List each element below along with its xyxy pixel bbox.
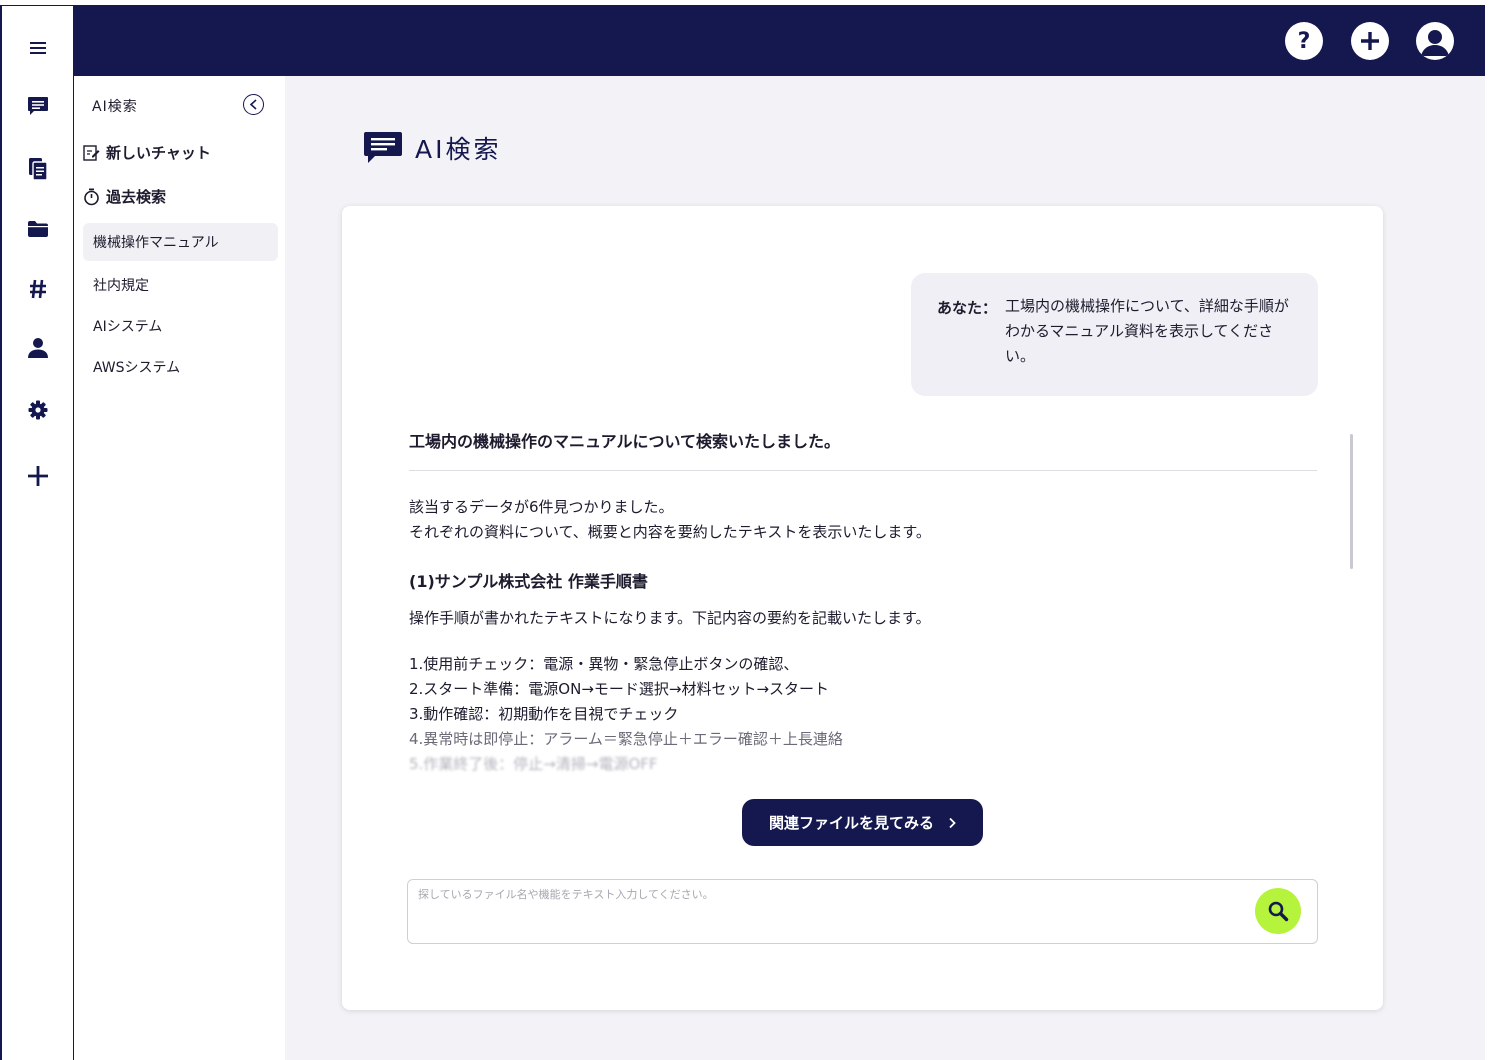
new-chat-label: 新しいチャット — [106, 144, 211, 162]
sidebar: AI検索 新しいチャット 過去検索 機械操作マニュアル 社内規定 AIシステム … — [75, 76, 285, 1060]
past-search-label: 過去検索 — [106, 188, 167, 206]
folder-icon[interactable] — [2, 209, 74, 249]
chat-icon[interactable] — [2, 86, 74, 126]
answer-step: 5.作業終了後：停止→清掃→電源OFF — [409, 755, 658, 773]
timer-icon — [84, 188, 99, 205]
help-icon[interactable]: ? — [1285, 22, 1323, 60]
collapse-sidebar-button[interactable] — [243, 94, 264, 115]
account-icon[interactable] — [1416, 22, 1454, 60]
view-related-files-button[interactable]: 関連ファイルを見てみる — [742, 799, 983, 846]
chat-icon — [364, 132, 402, 163]
page-title: AI検索 — [363, 130, 501, 166]
main-area: AI検索 あなた： 工場内の機械操作について、詳細な手順がわかるマニュアル資料を… — [285, 76, 1485, 1060]
ai-answer: 工場内の機械操作のマニュアルについて検索いたしました。 該当するデータが6件見つ… — [409, 428, 1317, 777]
gear-icon[interactable] — [2, 390, 74, 430]
user-icon[interactable] — [2, 328, 74, 368]
history-item-ai-system[interactable]: AIシステム — [83, 307, 278, 345]
chat-card: あなた： 工場内の機械操作について、詳細な手順がわかるマニュアル資料を表示してく… — [342, 206, 1383, 1010]
menu-icon[interactable] — [2, 28, 74, 68]
edit-note-icon — [83, 145, 100, 161]
answer-step: 4.異常時は即停止：アラーム＝緊急停止＋エラー確認＋上長連絡 — [409, 730, 843, 748]
answer-step: 3.動作確認：初期動作を目視でチェック — [409, 705, 679, 723]
past-search-section[interactable]: 過去検索 — [83, 186, 166, 207]
top-bar: ? — [74, 5, 1485, 76]
page-title-text: AI検索 — [415, 135, 502, 164]
add-circle-icon[interactable] — [1351, 22, 1389, 60]
search-button[interactable] — [1255, 888, 1301, 934]
answer-summary: 操作手順が書かれたテキストになります。下記内容の要約を記載いたします。 — [409, 609, 931, 627]
answer-title: 工場内の機械操作のマニュアルについて検索いたしました。 — [409, 428, 1317, 471]
answer-steps: 1.使用前チェック：電源・異物・緊急停止ボタンの確認、 2.スタート準備：電源O… — [409, 652, 1317, 777]
search-box — [407, 879, 1318, 944]
view-related-files-label: 関連ファイルを見てみる — [768, 814, 934, 832]
user-message-bubble: あなた： 工場内の機械操作について、詳細な手順がわかるマニュアル資料を表示してく… — [911, 273, 1318, 396]
plus-icon[interactable] — [2, 456, 74, 496]
answer-intro-line: それぞれの資料について、概要と内容を要約したテキストを表示いたします。 — [409, 523, 931, 541]
search-input[interactable] — [418, 888, 1238, 901]
hashtag-icon[interactable] — [2, 269, 74, 309]
user-message-label: あなた： — [937, 299, 998, 317]
answer-step: 1.使用前チェック：電源・異物・緊急停止ボタンの確認、 — [409, 655, 799, 673]
answer-step: 2.スタート準備：電源ON→モード選択→材料セット→スタート — [409, 680, 830, 698]
history-item-company-rules[interactable]: 社内規定 — [83, 266, 278, 304]
answer-intro-line: 該当するデータが6件見つかりました。 — [409, 498, 674, 516]
answer-scrollbar[interactable] — [1350, 434, 1353, 569]
chevron-left-icon — [249, 99, 257, 110]
user-message-text: 工場内の機械操作について、詳細な手順がわかるマニュアル資料を表示してください。 — [1005, 297, 1289, 365]
history-item-aws-system[interactable]: AWSシステム — [83, 348, 278, 386]
history-item-machine-manual[interactable]: 機械操作マニュアル — [83, 223, 278, 261]
search-icon — [1268, 901, 1289, 922]
answer-intro: 該当するデータが6件見つかりました。 それぞれの資料について、概要と内容を要約し… — [409, 495, 1317, 545]
answer-section-title: (1)サンプル株式会社 作業手順書 — [409, 572, 648, 591]
icon-rail — [0, 5, 74, 1060]
chevron-right-icon — [949, 817, 956, 828]
new-chat-button[interactable]: 新しいチャット — [83, 142, 211, 163]
documents-icon[interactable] — [2, 149, 74, 189]
sidebar-title: AI検索 — [92, 99, 138, 115]
